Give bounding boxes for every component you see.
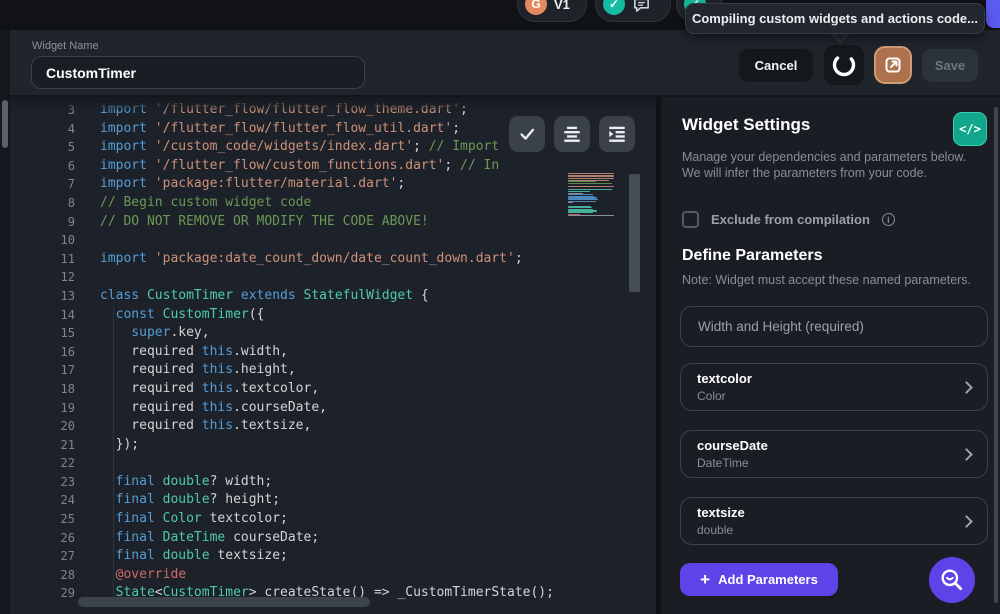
code-line: 21 }); — [60, 436, 140, 452]
version-label: V1 — [554, 0, 570, 12]
parameter-name: courseDate — [697, 438, 768, 453]
parameter-card-textcolor[interactable]: textcolor Color — [680, 363, 988, 411]
parameter-type: double — [697, 523, 734, 537]
widget-settings-panel: Widget Settings </> Manage your dependen… — [661, 97, 1000, 614]
parameter-type: Color — [697, 389, 726, 403]
topbar-purple-button[interactable] — [986, 0, 1000, 28]
code-line: 17 required this.height, — [60, 362, 296, 378]
search-assistant-fab[interactable] — [929, 557, 975, 603]
code-line: 25 final Color textcolor; — [60, 511, 288, 527]
add-parameters-label: Add Parameters — [718, 572, 818, 587]
exclude-compilation-checkbox[interactable] — [682, 211, 699, 228]
check-icon: ✓ — [603, 0, 625, 15]
minimap-line — [568, 182, 613, 184]
custom-widget-editor-modal: Widget Name Cancel Save 3import '/flutte… — [10, 30, 1000, 614]
code-line: 6 import '/flutter_flow/custom_functions.… — [67, 157, 500, 173]
code-line: 22 — [60, 456, 75, 471]
editor-horizontal-scrollbar[interactable] — [78, 597, 370, 607]
indent-code-button[interactable] — [599, 116, 635, 152]
code-line: 20 required this.textsize, — [60, 418, 312, 434]
panel-subtitle-line1: Manage your dependencies and parameters … — [682, 150, 967, 164]
size-parameter-field[interactable]: Width and Height (required) — [680, 306, 988, 347]
code-line: 14 const CustomTimer({ — [60, 306, 265, 322]
compiling-spinner-button[interactable] — [824, 45, 864, 85]
external-link-icon — [885, 57, 901, 73]
code-minimap[interactable] — [568, 173, 618, 217]
parameter-card-courseDate[interactable]: courseDate DateTime — [680, 430, 988, 478]
panel-scrollbar[interactable] — [994, 107, 998, 603]
add-parameters-button[interactable]: + Add Parameters — [680, 563, 838, 596]
parameter-name: textsize — [697, 505, 745, 520]
minimap-line — [568, 186, 614, 188]
left-rail — [0, 30, 10, 614]
code-line: 8// Begin custom widget code — [67, 194, 312, 210]
code-line: 24 final double? height; — [60, 492, 281, 508]
widget-name-label: Widget Name — [32, 40, 99, 52]
search-smile-icon — [941, 569, 963, 591]
parameter-type: DateTime — [697, 456, 749, 470]
define-parameters-title: Define Parameters — [682, 247, 823, 264]
code-line: 26 final DateTime courseDate; — [60, 529, 320, 545]
panel-subtitle-line2: We will infer the parameters from your c… — [682, 166, 928, 180]
chevron-right-icon — [960, 447, 973, 461]
branch-icon: G — [525, 0, 547, 15]
minimap-line — [568, 177, 614, 180]
view-code-button[interactable]: </> — [953, 112, 987, 146]
code-editor[interactable]: 3 import '/flutter_flow/flutter_flow_them… — [10, 97, 656, 614]
chat-icon[interactable] — [632, 0, 651, 14]
indent-icon — [609, 126, 625, 142]
compiling-tooltip: Compiling custom widgets and actions cod… — [685, 3, 985, 34]
compile-check-button[interactable] — [509, 116, 545, 152]
editor-vertical-scrollbar[interactable] — [629, 174, 640, 292]
editor-toolbar — [509, 116, 635, 152]
panel-subtitle: Manage your dependencies and parameters … — [682, 149, 972, 181]
version-pill[interactable]: G V1 — [517, 0, 587, 22]
check-icon — [520, 128, 535, 140]
open-in-new-button[interactable] — [874, 46, 912, 84]
code-line: 13 class CustomTimer extends StatefulWidg… — [60, 287, 429, 303]
info-icon[interactable]: i — [881, 213, 895, 226]
code-line: 18 required this.textcolor, — [60, 380, 320, 396]
code-line: 12 — [60, 270, 75, 285]
format-align-icon — [564, 126, 580, 142]
save-button[interactable]: Save — [922, 49, 978, 82]
status-pill-comments[interactable]: ✓ — [595, 0, 671, 22]
spinner-icon — [832, 53, 856, 77]
minimap-line — [568, 190, 591, 193]
code-line: 11 import 'package:date_count_down/date_c… — [60, 250, 523, 266]
panel-title: Widget Settings — [682, 115, 811, 134]
minimap-line — [568, 215, 614, 217]
code-line: 23 final double? width; — [60, 473, 273, 489]
define-parameters-note: Note: Widget must accept these named par… — [682, 273, 972, 287]
chevron-right-icon — [960, 380, 973, 394]
widget-name-input[interactable] — [31, 56, 365, 89]
code-line: 15 super.key, — [60, 325, 210, 341]
chevron-right-icon — [960, 514, 973, 528]
code-line: 9// DO NOT REMOVE OR MODIFY THE CODE ABO… — [67, 213, 429, 229]
code-line: 7 import 'package:flutter/material.dart'; — [67, 176, 406, 192]
exclude-compilation-label: Exclude from compilation — [711, 212, 870, 227]
code-lines: 3 import '/flutter_flow/flutter_flow_them… — [10, 101, 656, 603]
minimap-line — [568, 202, 574, 204]
code-line: 16 required this.width, — [60, 343, 288, 359]
code-line: 19 required this.courseDate, — [60, 399, 327, 415]
code-line: 10 — [60, 233, 75, 248]
modal-header: Widget Name Cancel Save — [10, 30, 1000, 97]
format-code-button[interactable] — [554, 116, 590, 152]
plus-icon: + — [700, 570, 711, 589]
cancel-button[interactable]: Cancel — [739, 49, 813, 82]
parameter-card-textsize[interactable]: textsize double — [680, 497, 988, 545]
size-parameter-label: Width and Height (required) — [698, 319, 864, 334]
exclude-compilation-row: Exclude from compilation i — [682, 211, 895, 228]
code-line: 27 final double textsize; — [60, 548, 288, 564]
parameter-name: textcolor — [697, 371, 752, 386]
code-line: 28 @override — [60, 566, 187, 582]
left-scrollbar[interactable] — [2, 100, 8, 148]
